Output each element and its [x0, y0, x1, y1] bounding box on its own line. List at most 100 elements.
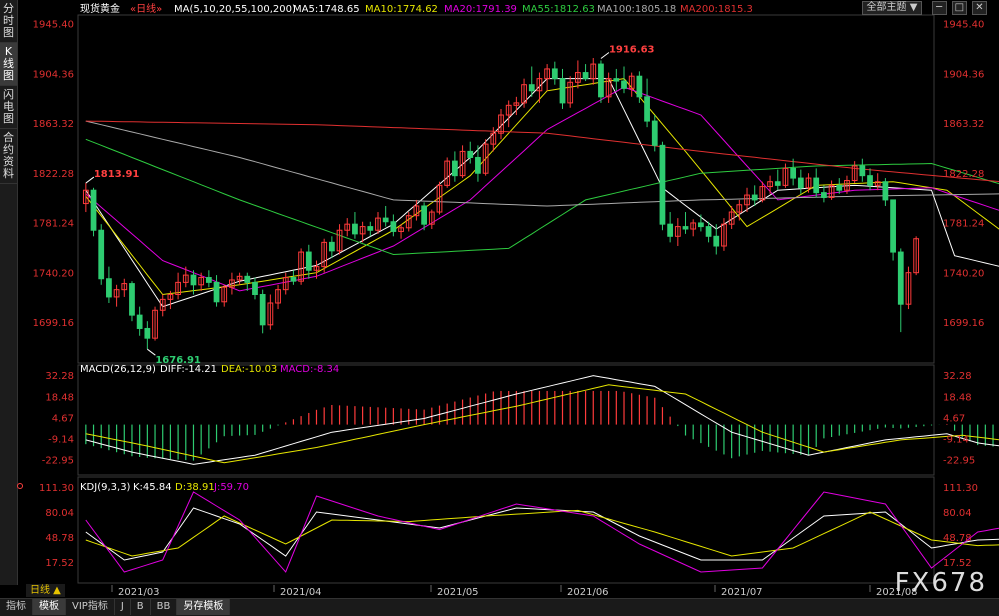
- candle-body: [644, 96, 650, 122]
- kdj-y-tick-left: 48.78: [45, 533, 74, 544]
- candle-body: [582, 72, 589, 80]
- x-axis-date-label: 2021/07: [721, 587, 763, 598]
- tab-indicator[interactable]: 指标: [0, 599, 33, 615]
- kdj-marker-icon: [17, 483, 23, 489]
- candle-body: [144, 327, 151, 339]
- candle-body: [328, 241, 335, 252]
- ma-line-ma20: [85, 86, 999, 292]
- macd-dea-line: [85, 384, 999, 464]
- kdj-y-tick-left: 17.52: [45, 558, 74, 569]
- price-y-tick-right: 1781.24: [943, 219, 984, 230]
- macd-diff: DIFF:-14.21: [160, 364, 217, 375]
- price-y-tick-right: 1740.20: [943, 268, 984, 279]
- candle-body: [636, 75, 643, 98]
- chart-canvas[interactable]: 现货黄金 «日线» MA(5,10,20,55,100,200) MA5:174…: [0, 0, 999, 598]
- candle-body: [252, 281, 258, 296]
- macd-dea: DEA:-10.03: [221, 364, 277, 375]
- instrument-name: 现货黄金: [80, 2, 120, 15]
- candle-body: [705, 226, 712, 237]
- macd-y-tick-right: 18.48: [943, 392, 972, 403]
- price-y-tick-left: 1863.32: [33, 119, 74, 130]
- chevron-down-icon: ▼: [909, 2, 918, 13]
- macd-diff-line: [85, 375, 999, 465]
- candle-body: [890, 199, 896, 253]
- tab-j[interactable]: J: [115, 599, 131, 615]
- candle-body: [821, 192, 827, 198]
- candle-body: [90, 189, 97, 231]
- macd-y-tick-left: -22.95: [42, 456, 74, 467]
- candle-body: [305, 251, 312, 271]
- candle-body: [190, 274, 197, 286]
- price-annotation: 1813.91: [94, 169, 140, 180]
- macd-layer: [85, 375, 999, 465]
- price-y-tick-right: 1699.16: [943, 318, 984, 329]
- candle-body: [797, 177, 804, 189]
- candle-body: [790, 167, 797, 179]
- candle-body: [667, 223, 674, 237]
- candle-body: [528, 84, 535, 92]
- price-y-tick-left: 1740.20: [33, 268, 74, 279]
- macd-y-tick-left: 32.28: [45, 371, 74, 382]
- macd-y-tick-left: -9.14: [48, 435, 74, 446]
- macd-y-tick-left: 4.67: [52, 413, 74, 424]
- macd-y-tick-left: 18.48: [45, 392, 74, 403]
- ma-title: MA(5,10,20,55,100,200): [174, 4, 296, 15]
- top-controls: 全部主题 ▼ ─ □ ✕: [861, 1, 987, 15]
- candle-body: [136, 314, 143, 329]
- candle-body: [559, 78, 566, 104]
- tab-vip-indicator[interactable]: VIP指标: [66, 599, 115, 615]
- ma-line-ma55: [85, 138, 999, 256]
- minimize-button[interactable]: ─: [931, 1, 947, 15]
- kdj-y-tick-right: 111.30: [943, 483, 978, 494]
- ma5-value: MA5:1748.65: [293, 4, 360, 15]
- tab-bb[interactable]: BB: [151, 599, 178, 615]
- price-y-tick-left: 1822.28: [33, 169, 74, 180]
- candle-body: [598, 63, 604, 98]
- candle-body: [467, 150, 474, 158]
- candle-body: [475, 156, 481, 174]
- tab-template[interactable]: 模板: [33, 599, 66, 615]
- kdj-layer: [85, 491, 999, 573]
- ma20-value: MA20:1791.39: [444, 4, 517, 15]
- candle-body: [451, 160, 458, 177]
- kdj-y-tick-right: 80.04: [943, 508, 972, 519]
- theme-select[interactable]: 全部主题 ▼: [861, 1, 923, 15]
- annotation-leader: [600, 52, 610, 59]
- price-y-tick-left: 1945.40: [33, 20, 74, 31]
- price-y-tick-right: 1863.32: [943, 119, 984, 130]
- price-y-tick-left: 1781.24: [33, 219, 74, 230]
- candle-body: [129, 283, 135, 316]
- candle-body: [751, 194, 758, 201]
- price-y-tick-left: 1699.16: [33, 318, 74, 329]
- price-y-tick-right: 1904.36: [943, 69, 984, 80]
- candle-body: [897, 251, 904, 305]
- macd-y-tick-right: -9.14: [943, 435, 969, 446]
- ma-line-ma10: [85, 78, 999, 296]
- kdj-title: KDJ(9,3,3): [80, 482, 131, 493]
- candle-body: [836, 184, 843, 191]
- candle-body: [859, 165, 866, 177]
- tab-save-template[interactable]: 另存模板: [177, 599, 231, 615]
- period-selector[interactable]: 日线 ▲: [26, 584, 65, 597]
- tab-b[interactable]: B: [131, 599, 151, 615]
- candle-body: [244, 275, 251, 283]
- candle-body: [698, 222, 704, 228]
- watermark-logo: FX678: [894, 568, 987, 598]
- annotation-leader: [147, 348, 156, 356]
- close-button[interactable]: ✕: [972, 1, 987, 15]
- kdj-y-tick-left: 80.04: [45, 508, 74, 519]
- ma-line-ma5: [85, 78, 999, 308]
- maximize-button[interactable]: □: [951, 1, 967, 15]
- candle-body: [421, 205, 428, 225]
- candle-body: [682, 226, 689, 230]
- candle-body: [382, 217, 389, 223]
- kdj-line-d: [85, 509, 999, 557]
- price-y-tick-left: 1904.36: [33, 69, 74, 80]
- price-y-tick-right: 1822.28: [943, 169, 984, 180]
- x-axis-date-label: 2021/03: [118, 587, 160, 598]
- candle-body: [551, 68, 558, 80]
- price-annotation: 1916.63: [609, 44, 655, 55]
- kdj-y-tick-right: 48.78: [943, 533, 972, 544]
- kdj-y-tick-left: 111.30: [39, 483, 74, 494]
- macd-y-tick-right: -22.95: [943, 456, 975, 467]
